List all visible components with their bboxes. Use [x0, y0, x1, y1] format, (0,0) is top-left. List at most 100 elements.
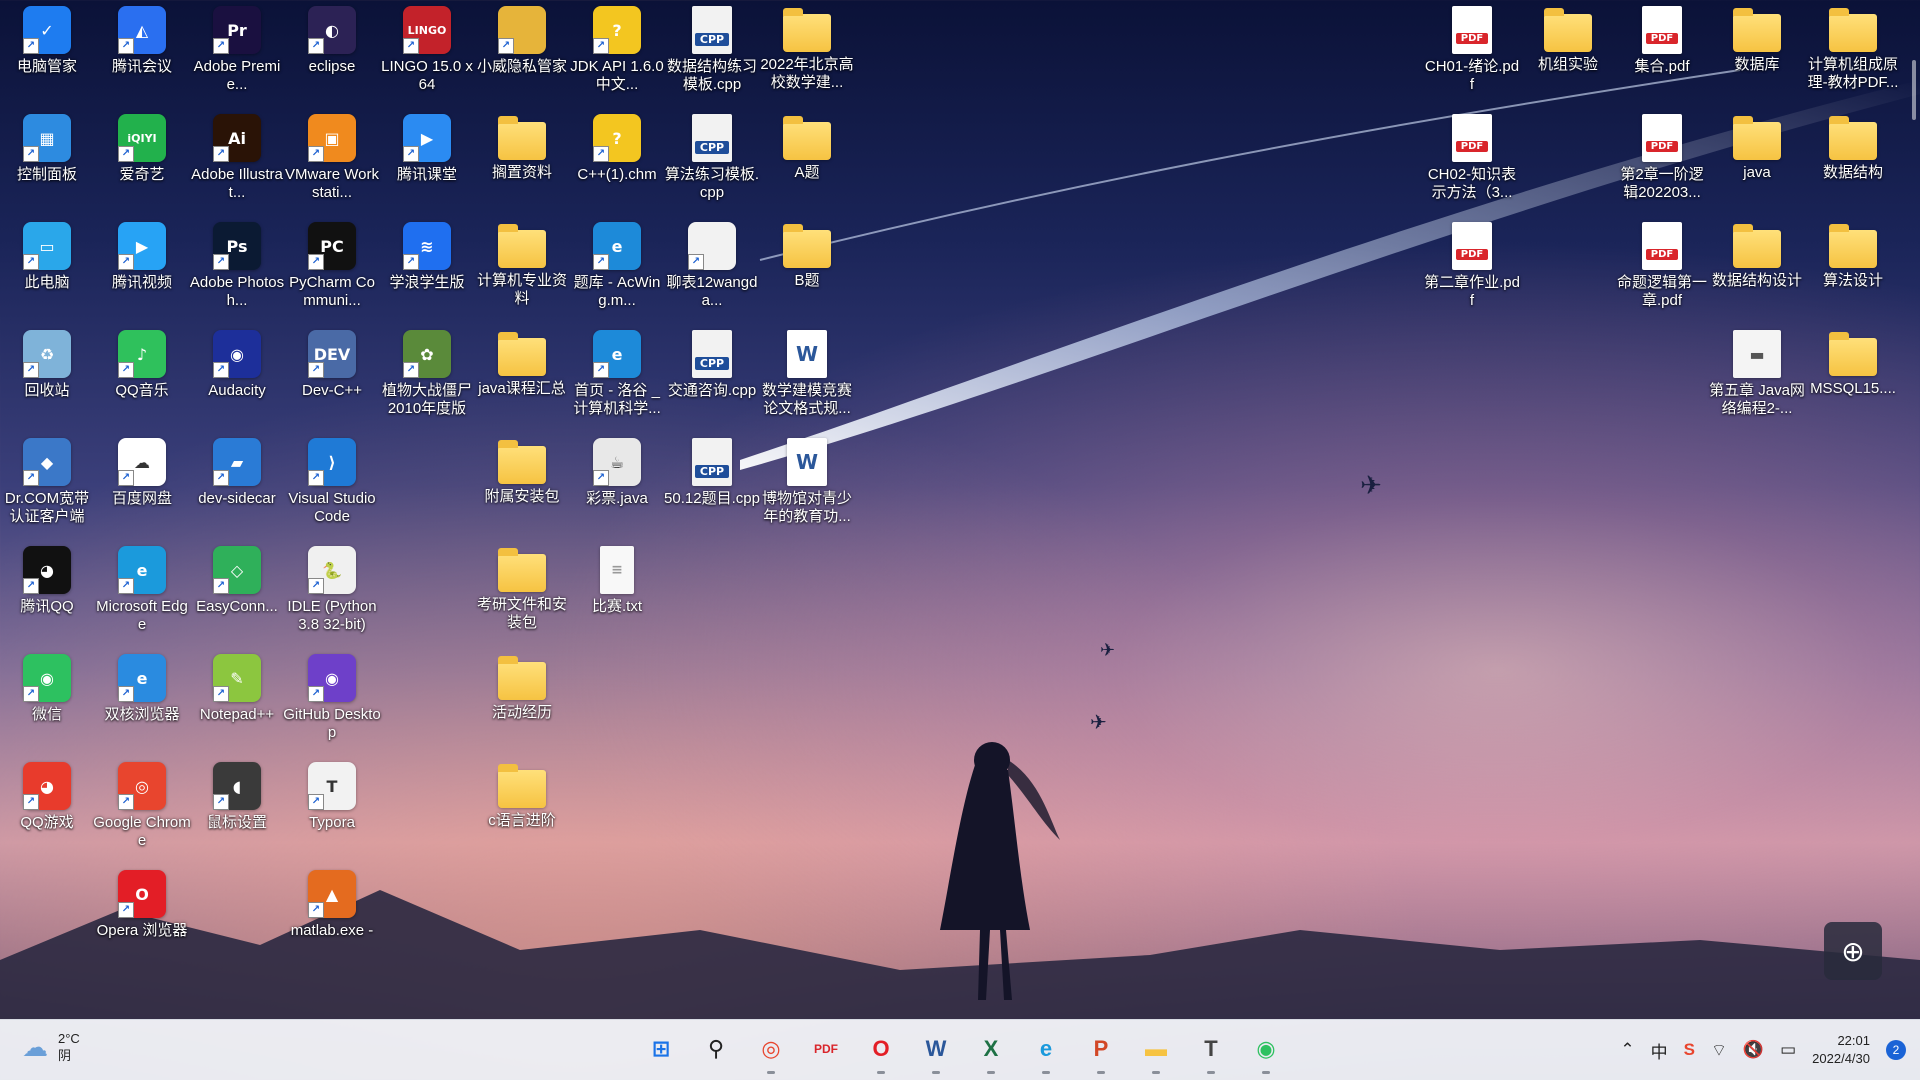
chevron-up-icon[interactable]: ⌃	[1620, 1040, 1634, 1060]
desktop-icon[interactable]: O ↗ Opera 浏览器	[94, 864, 190, 970]
sogou-input-icon[interactable]: S	[1684, 1040, 1695, 1060]
desktop-icon[interactable]: ◐ ↗ eclipse	[284, 0, 380, 106]
desktop-icon[interactable]: W 数学建模竞赛论文格式规...	[759, 324, 855, 430]
desktop-icon[interactable]: Pr ↗ Adobe Premie...	[189, 0, 285, 106]
desktop-icon[interactable]: ▭ ↗ 此电脑	[0, 216, 95, 322]
desktop-icon[interactable]: CH01-绪论.pdf	[1424, 0, 1520, 106]
desktop-icon[interactable]: ◎ ↗ Google Chrome	[93, 756, 191, 862]
desktop-icon[interactable]: ✓ ↗ 电脑管家	[0, 0, 95, 106]
desktop-icon[interactable]: ? ↗ C++(1).chm	[569, 108, 665, 214]
desktop-icon[interactable]: 算法设计	[1805, 216, 1901, 322]
desktop-icon[interactable]: ▶ ↗ 腾讯视频	[94, 216, 190, 322]
desktop-icon[interactable]: e ↗ 首页 - 洛谷 _ 计算机科学...	[569, 324, 665, 430]
desktop-icon[interactable]: ◭ ↗ 腾讯会议	[94, 0, 190, 106]
weather-widget[interactable]: ☁ 2°C 阴	[22, 1030, 80, 1064]
desktop-icon[interactable]: DEV ↗ Dev-C++	[284, 324, 380, 430]
desktop-icon[interactable]: 50.12题目.cpp	[664, 432, 760, 538]
speaker-muted-icon[interactable]: 🔇	[1743, 1040, 1764, 1060]
chrome-taskbar[interactable]: ◎	[750, 1028, 792, 1074]
new-file-icon[interactable]: ⊕	[1824, 922, 1882, 980]
desktop-icon[interactable]: 数据结构	[1805, 108, 1901, 214]
desktop-icon[interactable]: 考研文件和安装包	[474, 540, 570, 646]
desktop-icon[interactable]: ☕ ↗ 彩票.java	[569, 432, 665, 538]
desktop-icon[interactable]: 计算机专业资料	[474, 216, 570, 322]
desktop-icon[interactable]: ▰ ↗ dev-sidecar	[189, 432, 285, 538]
search-button[interactable]: ⚲	[695, 1028, 737, 1070]
desktop-icon[interactable]: e ↗ 双核浏览器	[94, 648, 190, 754]
desktop-scrollbar[interactable]	[1912, 60, 1916, 120]
desktop-icon[interactable]: Ps ↗ Adobe Photosh...	[189, 216, 285, 322]
desktop-icon[interactable]: ✿ ↗ 植物大战僵尸2010年度版	[379, 324, 475, 430]
desktop-icon[interactable]: ↗ 聊表12wangda...	[664, 216, 760, 322]
file-explorer-taskbar[interactable]: ▬	[1135, 1028, 1177, 1074]
desktop-icon[interactable]: 交通咨询.cpp	[664, 324, 760, 430]
desktop-icon[interactable]: 🐍 ↗ IDLE (Python 3.8 32-bit)	[284, 540, 380, 646]
start-button[interactable]: ⊞	[640, 1028, 682, 1070]
pdf-reader-taskbar[interactable]: PDF	[805, 1028, 847, 1070]
desktop-icon[interactable]: A题	[759, 108, 855, 214]
wifi-icon[interactable]: ⌔	[1711, 1040, 1727, 1061]
desktop-icon[interactable]: 附属安装包	[474, 432, 570, 538]
desktop-icon[interactable]: CH02-知识表示方法（3...	[1424, 108, 1520, 214]
desktop-icon[interactable]: 机组实验	[1520, 0, 1616, 106]
word-taskbar[interactable]: W	[915, 1028, 957, 1074]
desktop-icon[interactable]: ◉ ↗ GitHub Desktop	[283, 648, 381, 754]
desktop-icon[interactable]: ◇ ↗ EasyConn...	[189, 540, 285, 646]
desktop-icon[interactable]: PC ↗ PyCharm Communi...	[284, 216, 380, 322]
desktop-icon[interactable]: 数据库	[1709, 0, 1805, 106]
desktop-icon[interactable]: ▲ ↗ matlab.exe -	[284, 864, 380, 970]
powerpoint-taskbar[interactable]: P	[1080, 1028, 1122, 1074]
desktop-icon[interactable]: ✎ ↗ Notepad++	[189, 648, 285, 754]
desktop-icon[interactable]: ▶ ↗ 腾讯课堂	[379, 108, 475, 214]
desktop-icon[interactable]: ≡ 比赛.txt	[569, 540, 665, 646]
desktop-icon[interactable]: ♻ ↗ 回收站	[0, 324, 95, 430]
desktop-icon[interactable]: 第二章作业.pdf	[1424, 216, 1520, 322]
desktop-icon[interactable]: 计算机组成原理-教材PDF...	[1805, 0, 1901, 106]
desktop-icon[interactable]: ↗ 小威隐私管家	[474, 0, 570, 106]
desktop-icon[interactable]: 命题逻辑第一章.pdf	[1614, 216, 1710, 322]
desktop-icon[interactable]: ≋ ↗ 学浪学生版	[379, 216, 475, 322]
desktop-icon[interactable]: java	[1709, 108, 1805, 214]
excel-taskbar[interactable]: X	[970, 1028, 1012, 1074]
desktop-icon[interactable]: ▦ ↗ 控制面板	[0, 108, 95, 214]
clock[interactable]: 22:01 2022/4/30	[1812, 1032, 1870, 1068]
desktop-icon[interactable]: ◉ ↗ 微信	[0, 648, 95, 754]
desktop-icon[interactable]: ♪ ↗ QQ音乐	[94, 324, 190, 430]
input-method-indicator[interactable]: 中	[1651, 1038, 1668, 1063]
desktop-icon[interactable]: ▬ 第五章 Java网络编程2-...	[1709, 324, 1805, 430]
desktop-icon[interactable]: 数据结构设计	[1709, 216, 1805, 322]
desktop-icon[interactable]: ☁ ↗ 百度网盘	[94, 432, 190, 538]
desktop-icon[interactable]: ▣ ↗ VMware Workstati...	[284, 108, 380, 214]
wechat-taskbar[interactable]: ◉	[1245, 1028, 1287, 1074]
opera-taskbar[interactable]: O	[860, 1028, 902, 1074]
desktop-icon[interactable]: T ↗ Typora	[284, 756, 380, 862]
notification-badge[interactable]: 2	[1886, 1040, 1906, 1060]
desktop-icon[interactable]: ◉ ↗ Audacity	[189, 324, 285, 430]
desktop-icon[interactable]: java课程汇总	[474, 324, 570, 430]
desktop-icon[interactable]: ◕ ↗ 腾讯QQ	[0, 540, 95, 646]
desktop-icon[interactable]: MSSQL15....	[1805, 324, 1901, 430]
desktop-icon[interactable]: Ai ↗ Adobe Illustrat...	[189, 108, 285, 214]
desktop-icon[interactable]: 数据结构练习模板.cpp	[664, 0, 760, 106]
typora-taskbar[interactable]: T	[1190, 1028, 1232, 1074]
desktop-icon[interactable]: 算法练习模板.cpp	[664, 108, 760, 214]
desktop-icon[interactable]: iQIYI ↗ 爱奇艺	[94, 108, 190, 214]
desktop-icon[interactable]: ◕ ↗ QQ游戏	[0, 756, 95, 862]
desktop-icon[interactable]: LINGO ↗ LINGO 15.0 x64	[379, 0, 475, 106]
edge-taskbar[interactable]: e	[1025, 1028, 1067, 1074]
desktop-icon[interactable]: 搁置资料	[474, 108, 570, 214]
desktop-icon[interactable]: 活动经历	[474, 648, 570, 754]
desktop-icon[interactable]: c语言进阶	[474, 756, 570, 862]
desktop-icon[interactable]: e ↗ Microsoft Edge	[94, 540, 190, 646]
desktop-icon[interactable]: 集合.pdf	[1614, 0, 1710, 106]
desktop-icon[interactable]: ⟩ ↗ Visual Studio Code	[284, 432, 380, 538]
battery-icon[interactable]: ▭	[1780, 1040, 1796, 1060]
desktop-icon[interactable]: ? ↗ JDK API 1.6.0 中文...	[569, 0, 665, 106]
desktop-icon[interactable]: B题	[759, 216, 855, 322]
desktop-icon[interactable]: 2022年北京高校数学建...	[759, 0, 855, 106]
desktop-icon[interactable]: W 博物馆对青少年的教育功...	[759, 432, 855, 538]
desktop-icon[interactable]: e ↗ 题库 - AcWing.m...	[569, 216, 665, 322]
desktop-icon[interactable]: 第2章一阶逻辑202203...	[1614, 108, 1710, 214]
desktop-icon[interactable]: ◆ ↗ Dr.COM宽带认证客户端	[0, 432, 95, 538]
desktop-icon[interactable]: ◖ ↗ 鼠标设置	[189, 756, 285, 862]
